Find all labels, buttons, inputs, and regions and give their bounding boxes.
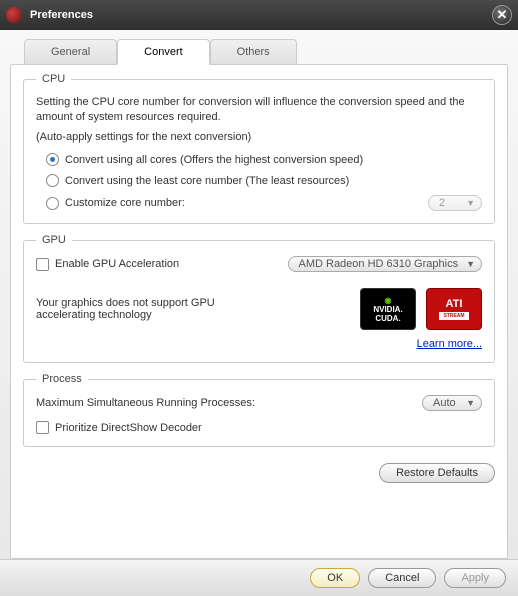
restore-defaults-button[interactable]: Restore Defaults [379,463,495,483]
cpu-autoapply-note: (Auto-apply settings for the next conver… [36,130,482,145]
enable-gpu-checkbox[interactable] [36,258,49,271]
tab-others[interactable]: Others [210,39,297,65]
chevron-down-icon: ▼ [466,259,475,269]
window-title: Preferences [30,9,93,21]
content-area: General Convert Others CPU Setting the C… [0,30,518,559]
badge-text: CUDA. [375,314,400,323]
combo-value: AMD Radeon HD 6310 Graphics [299,258,459,270]
nvidia-eye-icon: ◉ [385,296,392,305]
chevron-down-icon: ▼ [466,198,475,208]
tab-convert[interactable]: Convert [117,39,210,65]
enable-gpu-label: Enable GPU Acceleration [55,258,179,270]
convert-panel: CPU Setting the CPU core number for conv… [10,64,508,559]
learn-more-link[interactable]: Learn more... [417,338,482,350]
badge-text: NVIDIA. [373,305,402,314]
gpu-group: GPU Enable GPU Acceleration AMD Radeon H… [23,234,495,363]
titlebar: Preferences ✕ [0,0,518,30]
prioritize-decoder-label: Prioritize DirectShow Decoder [55,422,202,434]
gpu-device-select[interactable]: AMD Radeon HD 6310 Graphics ▼ [288,256,483,272]
process-legend: Process [36,373,88,385]
cancel-button[interactable]: Cancel [368,568,436,588]
max-processes-select[interactable]: Auto ▼ [422,395,482,411]
radio-label: Convert using all cores (Offers the high… [65,154,363,166]
close-button[interactable]: ✕ [492,5,512,25]
process-group: Process Maximum Simultaneous Running Pro… [23,373,495,447]
tab-general[interactable]: General [24,39,117,65]
cpu-core-number-select[interactable]: 2 ▼ [428,195,482,211]
cpu-legend: CPU [36,73,71,85]
gpu-legend: GPU [36,234,72,246]
badge-subtext: STREAM [439,312,468,320]
radio-label: Customize core number: [65,197,185,209]
close-icon: ✕ [497,7,508,23]
preferences-window: Preferences ✕ General Convert Others CPU… [0,0,518,596]
radio-icon [46,153,59,166]
nvidia-cuda-badge: ◉ NVIDIA. CUDA. [360,288,416,330]
max-processes-label: Maximum Simultaneous Running Processes: [36,397,255,409]
combo-value: Auto [433,397,456,409]
gpu-support-text: Your graphics does not support GPU accel… [36,297,236,321]
prioritize-decoder-checkbox[interactable] [36,421,49,434]
ok-button[interactable]: OK [310,568,360,588]
cpu-description: Setting the CPU core number for conversi… [36,95,482,126]
apply-button[interactable]: Apply [444,568,506,588]
radio-label: Convert using the least core number (The… [65,175,349,187]
app-icon [6,7,22,23]
chevron-down-icon: ▼ [466,398,475,408]
gpu-badges: ◉ NVIDIA. CUDA. ATI STREAM [360,288,482,330]
cpu-option-customize[interactable]: Customize core number: [46,197,185,210]
tab-bar: General Convert Others [10,38,508,64]
ati-stream-badge: ATI STREAM [426,288,482,330]
dialog-footer: OK Cancel Apply [0,559,518,596]
cpu-option-least-cores[interactable]: Convert using the least core number (The… [46,174,482,187]
combo-value: 2 [439,197,445,209]
radio-icon [46,197,59,210]
cpu-group: CPU Setting the CPU core number for conv… [23,73,495,224]
radio-icon [46,174,59,187]
cpu-option-all-cores[interactable]: Convert using all cores (Offers the high… [46,153,482,166]
badge-text: ATI [446,298,463,310]
